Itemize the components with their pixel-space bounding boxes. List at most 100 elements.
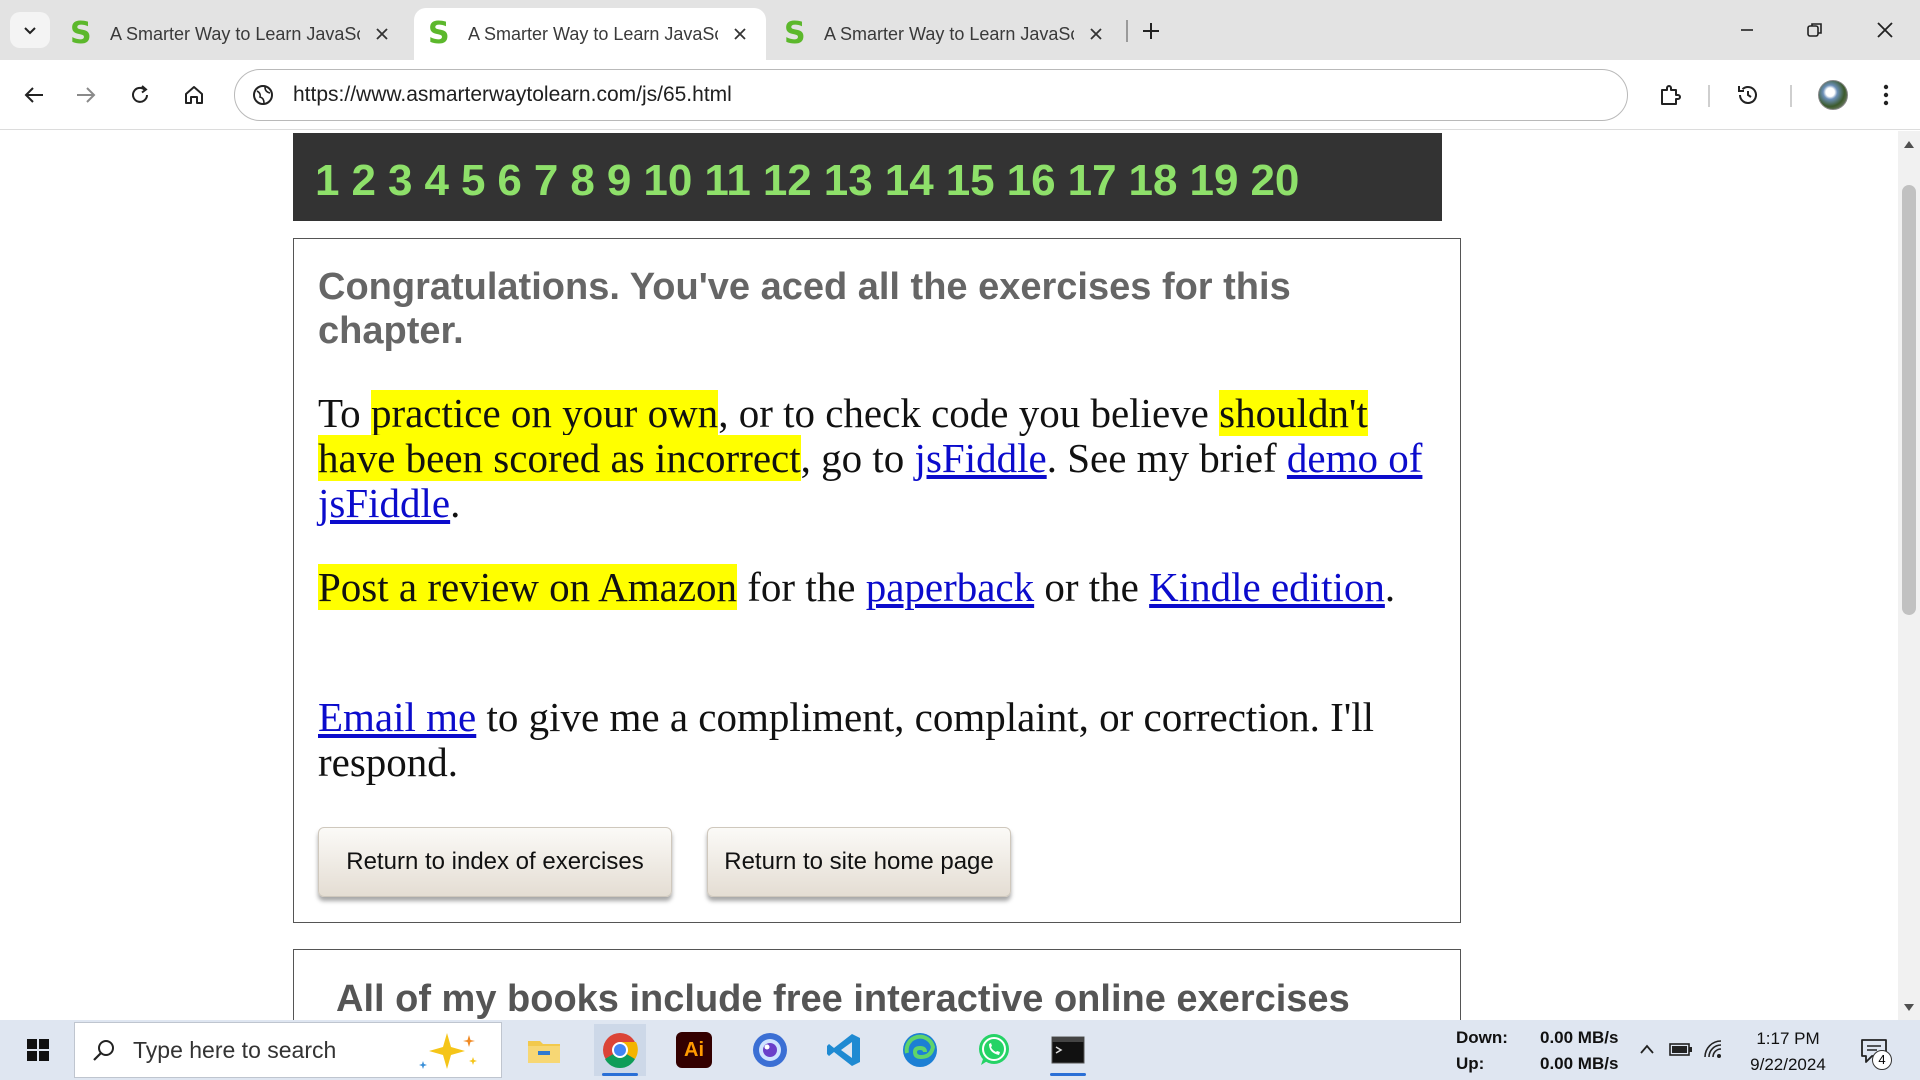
windows-logo-icon bbox=[27, 1039, 49, 1061]
browser-tab-3[interactable]: S A Smarter Way to Learn JavaScr bbox=[770, 8, 1122, 60]
minimize-icon bbox=[1741, 29, 1753, 31]
kindle-edition-link[interactable]: Kindle edition bbox=[1149, 564, 1385, 610]
close-icon bbox=[1877, 22, 1893, 38]
close-tab-icon[interactable] bbox=[370, 22, 394, 46]
whatsapp-app[interactable] bbox=[968, 1024, 1020, 1076]
completion-card: Congratulations. You've aced all the exe… bbox=[293, 238, 1461, 923]
paperback-link[interactable]: paperback bbox=[866, 564, 1034, 610]
exercise-link-2[interactable]: 2 bbox=[351, 159, 375, 203]
chevron-down-icon bbox=[24, 27, 36, 35]
illustrator-app[interactable]: Ai bbox=[668, 1024, 720, 1076]
exercise-link-11[interactable]: 11 bbox=[704, 159, 751, 203]
home-button[interactable] bbox=[174, 75, 214, 115]
camera-lens-icon bbox=[753, 1033, 787, 1067]
close-window-button[interactable] bbox=[1862, 10, 1908, 50]
exercise-link-6[interactable]: 6 bbox=[497, 159, 521, 203]
return-to-index-button[interactable]: Return to index of exercises bbox=[318, 827, 672, 897]
paragraph-text: . bbox=[1384, 564, 1396, 610]
search-icon bbox=[89, 1035, 119, 1065]
net-up-label: Up: bbox=[1456, 1054, 1485, 1073]
exercise-link-14[interactable]: 14 bbox=[885, 159, 934, 203]
restore-icon bbox=[1807, 23, 1822, 37]
start-button[interactable] bbox=[10, 1020, 66, 1080]
page-viewport: 1 2 3 4 5 6 7 8 9 10 11 12 13 14 15 16 1… bbox=[0, 131, 1898, 1020]
search-placeholder: Type here to search bbox=[133, 1036, 337, 1063]
paragraph-text: or the bbox=[1034, 564, 1150, 610]
return-to-home-button[interactable]: Return to site home page bbox=[707, 827, 1011, 897]
practice-paragraph: To practice on your own, or to check cod… bbox=[318, 390, 1438, 526]
camera-app[interactable] bbox=[744, 1024, 796, 1076]
file-explorer-app[interactable] bbox=[518, 1024, 570, 1076]
url-text[interactable]: https://www.asmarterwaytolearn.com/js/65… bbox=[293, 83, 732, 107]
chrome-app[interactable] bbox=[594, 1024, 646, 1076]
show-hidden-icons-button[interactable] bbox=[1632, 1034, 1662, 1064]
exercise-link-7[interactable]: 7 bbox=[534, 159, 558, 203]
exercise-link-15[interactable]: 15 bbox=[946, 159, 995, 203]
browser-tab-1[interactable]: S A Smarter Way to Learn JavaScr bbox=[56, 8, 408, 60]
wifi-icon bbox=[1704, 1040, 1722, 1058]
jsfiddle-link[interactable]: jsFiddle bbox=[915, 435, 1047, 481]
address-bar[interactable]: https://www.asmarterwaytolearn.com/js/65… bbox=[234, 69, 1628, 121]
site-info-icon[interactable] bbox=[243, 75, 283, 115]
more-vertical-icon bbox=[1883, 84, 1889, 106]
email-me-link[interactable]: Email me bbox=[318, 694, 476, 740]
clock-time: 1:17 PM bbox=[1756, 1029, 1820, 1048]
exercise-link-16[interactable]: 16 bbox=[1007, 159, 1056, 203]
exercise-link-1[interactable]: 1 bbox=[315, 159, 339, 203]
exercise-link-8[interactable]: 8 bbox=[570, 159, 594, 203]
new-tab-button[interactable] bbox=[1134, 14, 1168, 48]
tab-separator bbox=[1126, 20, 1128, 42]
exercise-link-17[interactable]: 17 bbox=[1068, 159, 1117, 203]
exercise-link-5[interactable]: 5 bbox=[461, 159, 485, 203]
congrats-heading: Congratulations. You've aced all the exe… bbox=[318, 266, 1291, 352]
books-heading: All of my books include free interactive… bbox=[336, 978, 1350, 1020]
paragraph-text: . See my brief bbox=[1046, 435, 1287, 481]
page-scrollbar[interactable] bbox=[1898, 131, 1920, 1020]
arrow-left-icon bbox=[24, 87, 43, 103]
exercise-link-18[interactable]: 18 bbox=[1129, 159, 1178, 203]
paragraph-text: for the bbox=[737, 564, 866, 610]
toolbar-separator bbox=[1790, 85, 1792, 107]
reload-button[interactable] bbox=[120, 75, 160, 115]
exercise-link-13[interactable]: 13 bbox=[824, 159, 873, 203]
paragraph-text: , or to check code you believe bbox=[718, 390, 1220, 436]
wifi-tray-icon[interactable] bbox=[1700, 1034, 1730, 1064]
exercise-link-3[interactable]: 3 bbox=[388, 159, 412, 203]
browser-tab-2[interactable]: S A Smarter Way to Learn JavaScr bbox=[414, 8, 766, 60]
tab-strip: S A Smarter Way to Learn JavaScr S A Sma… bbox=[0, 0, 1920, 60]
exercise-link-19[interactable]: 19 bbox=[1190, 159, 1239, 203]
history-button[interactable] bbox=[1728, 75, 1768, 115]
scroll-up-arrow-icon[interactable] bbox=[1898, 135, 1920, 153]
battery-tray-icon[interactable] bbox=[1666, 1034, 1696, 1064]
reload-icon bbox=[132, 85, 148, 103]
restore-button[interactable] bbox=[1792, 10, 1838, 50]
minimize-button[interactable] bbox=[1724, 10, 1770, 50]
paragraph-text: , go to bbox=[800, 435, 915, 481]
net-up-value: 0.00 MB/s bbox=[1540, 1054, 1619, 1073]
scrollbar-thumb[interactable] bbox=[1902, 185, 1916, 615]
back-button[interactable] bbox=[14, 75, 54, 115]
taskbar-search-box[interactable]: Type here to search bbox=[74, 1022, 502, 1078]
exercise-link-9[interactable]: 9 bbox=[607, 159, 631, 203]
home-icon bbox=[185, 86, 203, 104]
close-tab-icon[interactable] bbox=[1084, 22, 1108, 46]
extensions-button[interactable] bbox=[1650, 75, 1690, 115]
tab-search-button[interactable] bbox=[10, 12, 50, 48]
forward-button[interactable] bbox=[66, 75, 106, 115]
exercise-link-20[interactable]: 20 bbox=[1250, 159, 1299, 203]
arrow-right-icon bbox=[77, 87, 96, 103]
site-favicon-icon: S bbox=[428, 16, 450, 51]
close-tab-icon[interactable] bbox=[728, 22, 752, 46]
exercise-link-12[interactable]: 12 bbox=[763, 159, 812, 203]
clock-date: 9/22/2024 bbox=[1750, 1055, 1826, 1074]
taskbar-clock[interactable]: 1:17 PM 9/22/2024 bbox=[1738, 1026, 1838, 1078]
vscode-app[interactable] bbox=[818, 1024, 870, 1076]
chevron-up-icon bbox=[1640, 1044, 1654, 1054]
terminal-app[interactable] bbox=[1042, 1024, 1094, 1076]
exercise-link-4[interactable]: 4 bbox=[424, 159, 448, 203]
scroll-down-arrow-icon[interactable] bbox=[1898, 999, 1920, 1017]
edge-app[interactable] bbox=[894, 1024, 946, 1076]
profile-avatar[interactable] bbox=[1818, 80, 1848, 110]
exercise-link-10[interactable]: 10 bbox=[643, 159, 692, 203]
browser-menu-button[interactable] bbox=[1866, 75, 1906, 115]
